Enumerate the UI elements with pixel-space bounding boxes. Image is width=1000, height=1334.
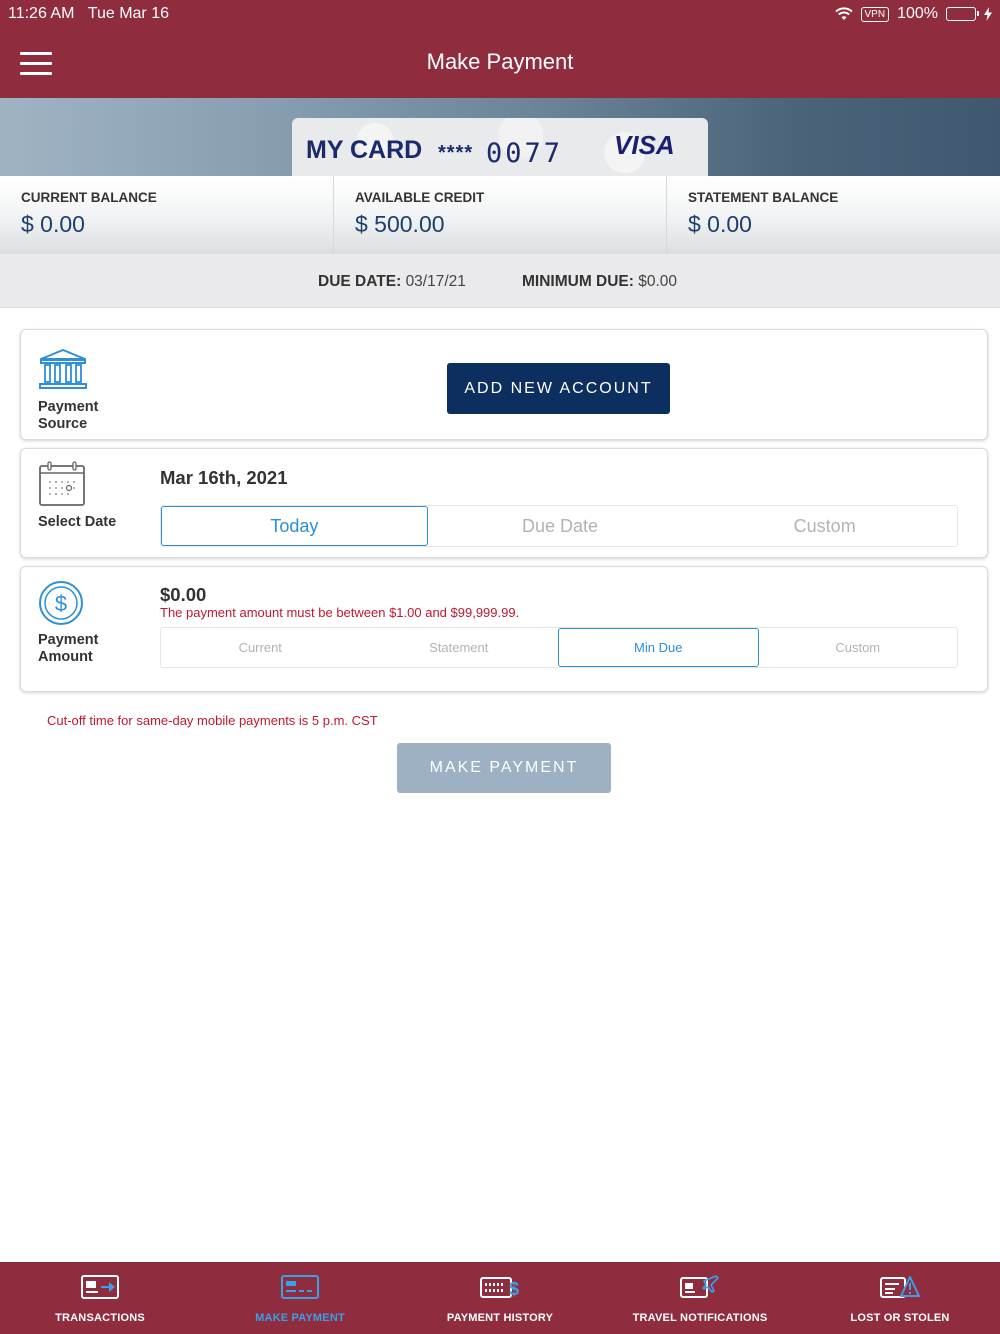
date-option-custom[interactable]: Custom xyxy=(692,506,957,546)
payment-source-panel: Payment Source ADD NEW ACCOUNT xyxy=(20,329,988,440)
amount-option-statement[interactable]: Statement xyxy=(360,628,559,667)
payment-amount-error: The payment amount must be between $1.00… xyxy=(160,605,520,620)
statement-balance-label: STATEMENT BALANCE xyxy=(688,190,839,205)
battery-percent: 100% xyxy=(897,5,938,22)
make-payment-button[interactable]: MAKE PAYMENT xyxy=(397,743,611,793)
status-time: 11:26 AM Tue Mar 16 xyxy=(8,5,169,23)
minimum-due-label: MINIMUM DUE: xyxy=(522,273,634,290)
tab-payment-history[interactable]: $ PAYMENT HISTORY xyxy=(400,1262,600,1334)
tab-lost-or-stolen[interactable]: LOST OR STOLEN xyxy=(800,1262,1000,1334)
transactions-icon xyxy=(81,1275,119,1299)
payment-source-label: Payment Source xyxy=(38,399,98,433)
tab-travel-notifications[interactable]: TRAVEL NOTIFICATIONS xyxy=(600,1262,800,1334)
current-balance-value: $ 0.00 xyxy=(21,211,85,237)
amount-option-custom[interactable]: Custom xyxy=(759,628,958,667)
tab-payment-history-label: PAYMENT HISTORY xyxy=(446,1312,554,1324)
current-balance: CURRENT BALANCE $ 0.00 xyxy=(0,176,333,254)
status-clock: 11:26 AM xyxy=(8,5,75,22)
card-name: MY CARD xyxy=(306,136,423,164)
tab-transactions[interactable]: TRANSACTIONS xyxy=(0,1262,200,1334)
payment-amount-panel: $ Payment Amount $0.00 The payment amoun… xyxy=(20,566,988,692)
payment-amount-value[interactable]: $0.00 xyxy=(160,584,206,606)
calendar-icon xyxy=(39,461,85,506)
due-date: DUE DATE: 03/17/21 xyxy=(318,273,466,291)
date-options: Today Due Date Custom xyxy=(160,505,958,547)
payment-history-icon: $ xyxy=(480,1277,519,1299)
select-date-label: Select Date xyxy=(38,514,117,530)
statement-balance: STATEMENT BALANCE $ 0.00 xyxy=(666,176,999,254)
available-credit-value: $ 500.00 xyxy=(355,211,445,237)
bank-icon xyxy=(39,349,87,389)
card-last4: 0077 xyxy=(486,138,564,169)
payment-amount-label: Payment Amount xyxy=(38,632,98,666)
page-title: Make Payment xyxy=(426,49,574,74)
minimum-due-value: $0.00 xyxy=(638,273,678,290)
due-date-value: 03/17/21 xyxy=(405,273,466,290)
current-balance-label: CURRENT BALANCE xyxy=(21,190,157,205)
tab-make-payment[interactable]: MAKE PAYMENT xyxy=(200,1262,400,1334)
charging-bolt-icon xyxy=(984,7,992,21)
due-date-label: DUE DATE: xyxy=(318,273,402,290)
status-date: Tue Mar 16 xyxy=(87,5,169,22)
travel-notifications-icon xyxy=(680,1275,719,1298)
amount-options: Current Statement Min Due Custom xyxy=(160,627,958,668)
vpn-badge: VPN xyxy=(860,6,890,22)
svg-text:$: $ xyxy=(55,591,67,616)
tab-make-payment-label: MAKE PAYMENT xyxy=(255,1312,345,1324)
cutoff-note: Cut-off time for same-day mobile payment… xyxy=(47,713,378,728)
card-banner: MY CARD **** 0077 VISA xyxy=(0,98,1000,176)
due-info: DUE DATE: 03/17/21 MINIMUM DUE: $0.00 xyxy=(0,254,1000,308)
top-bar: 11:26 AM Tue Mar 16 VPN 100% Make Paymen… xyxy=(0,0,1000,98)
balance-summary: CURRENT BALANCE $ 0.00 AVAILABLE CREDIT … xyxy=(0,176,1000,254)
tab-transactions-label: TRANSACTIONS xyxy=(55,1312,145,1324)
date-option-due-date[interactable]: Due Date xyxy=(428,506,693,546)
card-mask: **** xyxy=(438,142,474,164)
tab-lost-or-stolen-label: LOST OR STOLEN xyxy=(850,1312,950,1324)
payment-amount-label-line2: Amount xyxy=(38,649,93,665)
tab-travel-notifications-label: TRAVEL NOTIFICATIONS xyxy=(632,1312,768,1324)
statement-balance-value: $ 0.00 xyxy=(688,211,752,237)
payment-source-label-line1: Payment xyxy=(38,399,99,415)
dollar-coin-icon: $ xyxy=(39,581,83,625)
available-credit: AVAILABLE CREDIT $ 500.00 xyxy=(333,176,666,254)
select-date-panel: Select Date Mar 16th, 2021 Today Due Dat… xyxy=(20,448,988,558)
make-payment-icon xyxy=(281,1275,319,1299)
bottom-tab-bar: TRANSACTIONS MAKE PAYMENT $ PAYMENT HIST… xyxy=(0,1262,1000,1334)
payment-source-label-line2: Source xyxy=(38,416,88,432)
date-option-today[interactable]: Today xyxy=(161,506,428,546)
credit-card-image: MY CARD **** 0077 VISA xyxy=(292,118,708,176)
status-indicators: VPN 100% xyxy=(834,5,992,23)
amount-option-min-due[interactable]: Min Due xyxy=(558,628,759,667)
amount-option-current[interactable]: Current xyxy=(161,628,360,667)
lost-or-stolen-icon xyxy=(880,1276,920,1298)
battery-icon xyxy=(946,7,979,21)
wifi-icon xyxy=(834,7,853,20)
minimum-due: MINIMUM DUE: $0.00 xyxy=(522,273,677,291)
visa-logo: VISA xyxy=(614,130,675,160)
add-new-account-button[interactable]: ADD NEW ACCOUNT xyxy=(447,363,670,414)
payment-amount-label-line1: Payment xyxy=(38,632,99,648)
selected-date: Mar 16th, 2021 xyxy=(160,467,288,488)
available-credit-label: AVAILABLE CREDIT xyxy=(355,190,485,205)
svg-text:$: $ xyxy=(509,1279,519,1299)
